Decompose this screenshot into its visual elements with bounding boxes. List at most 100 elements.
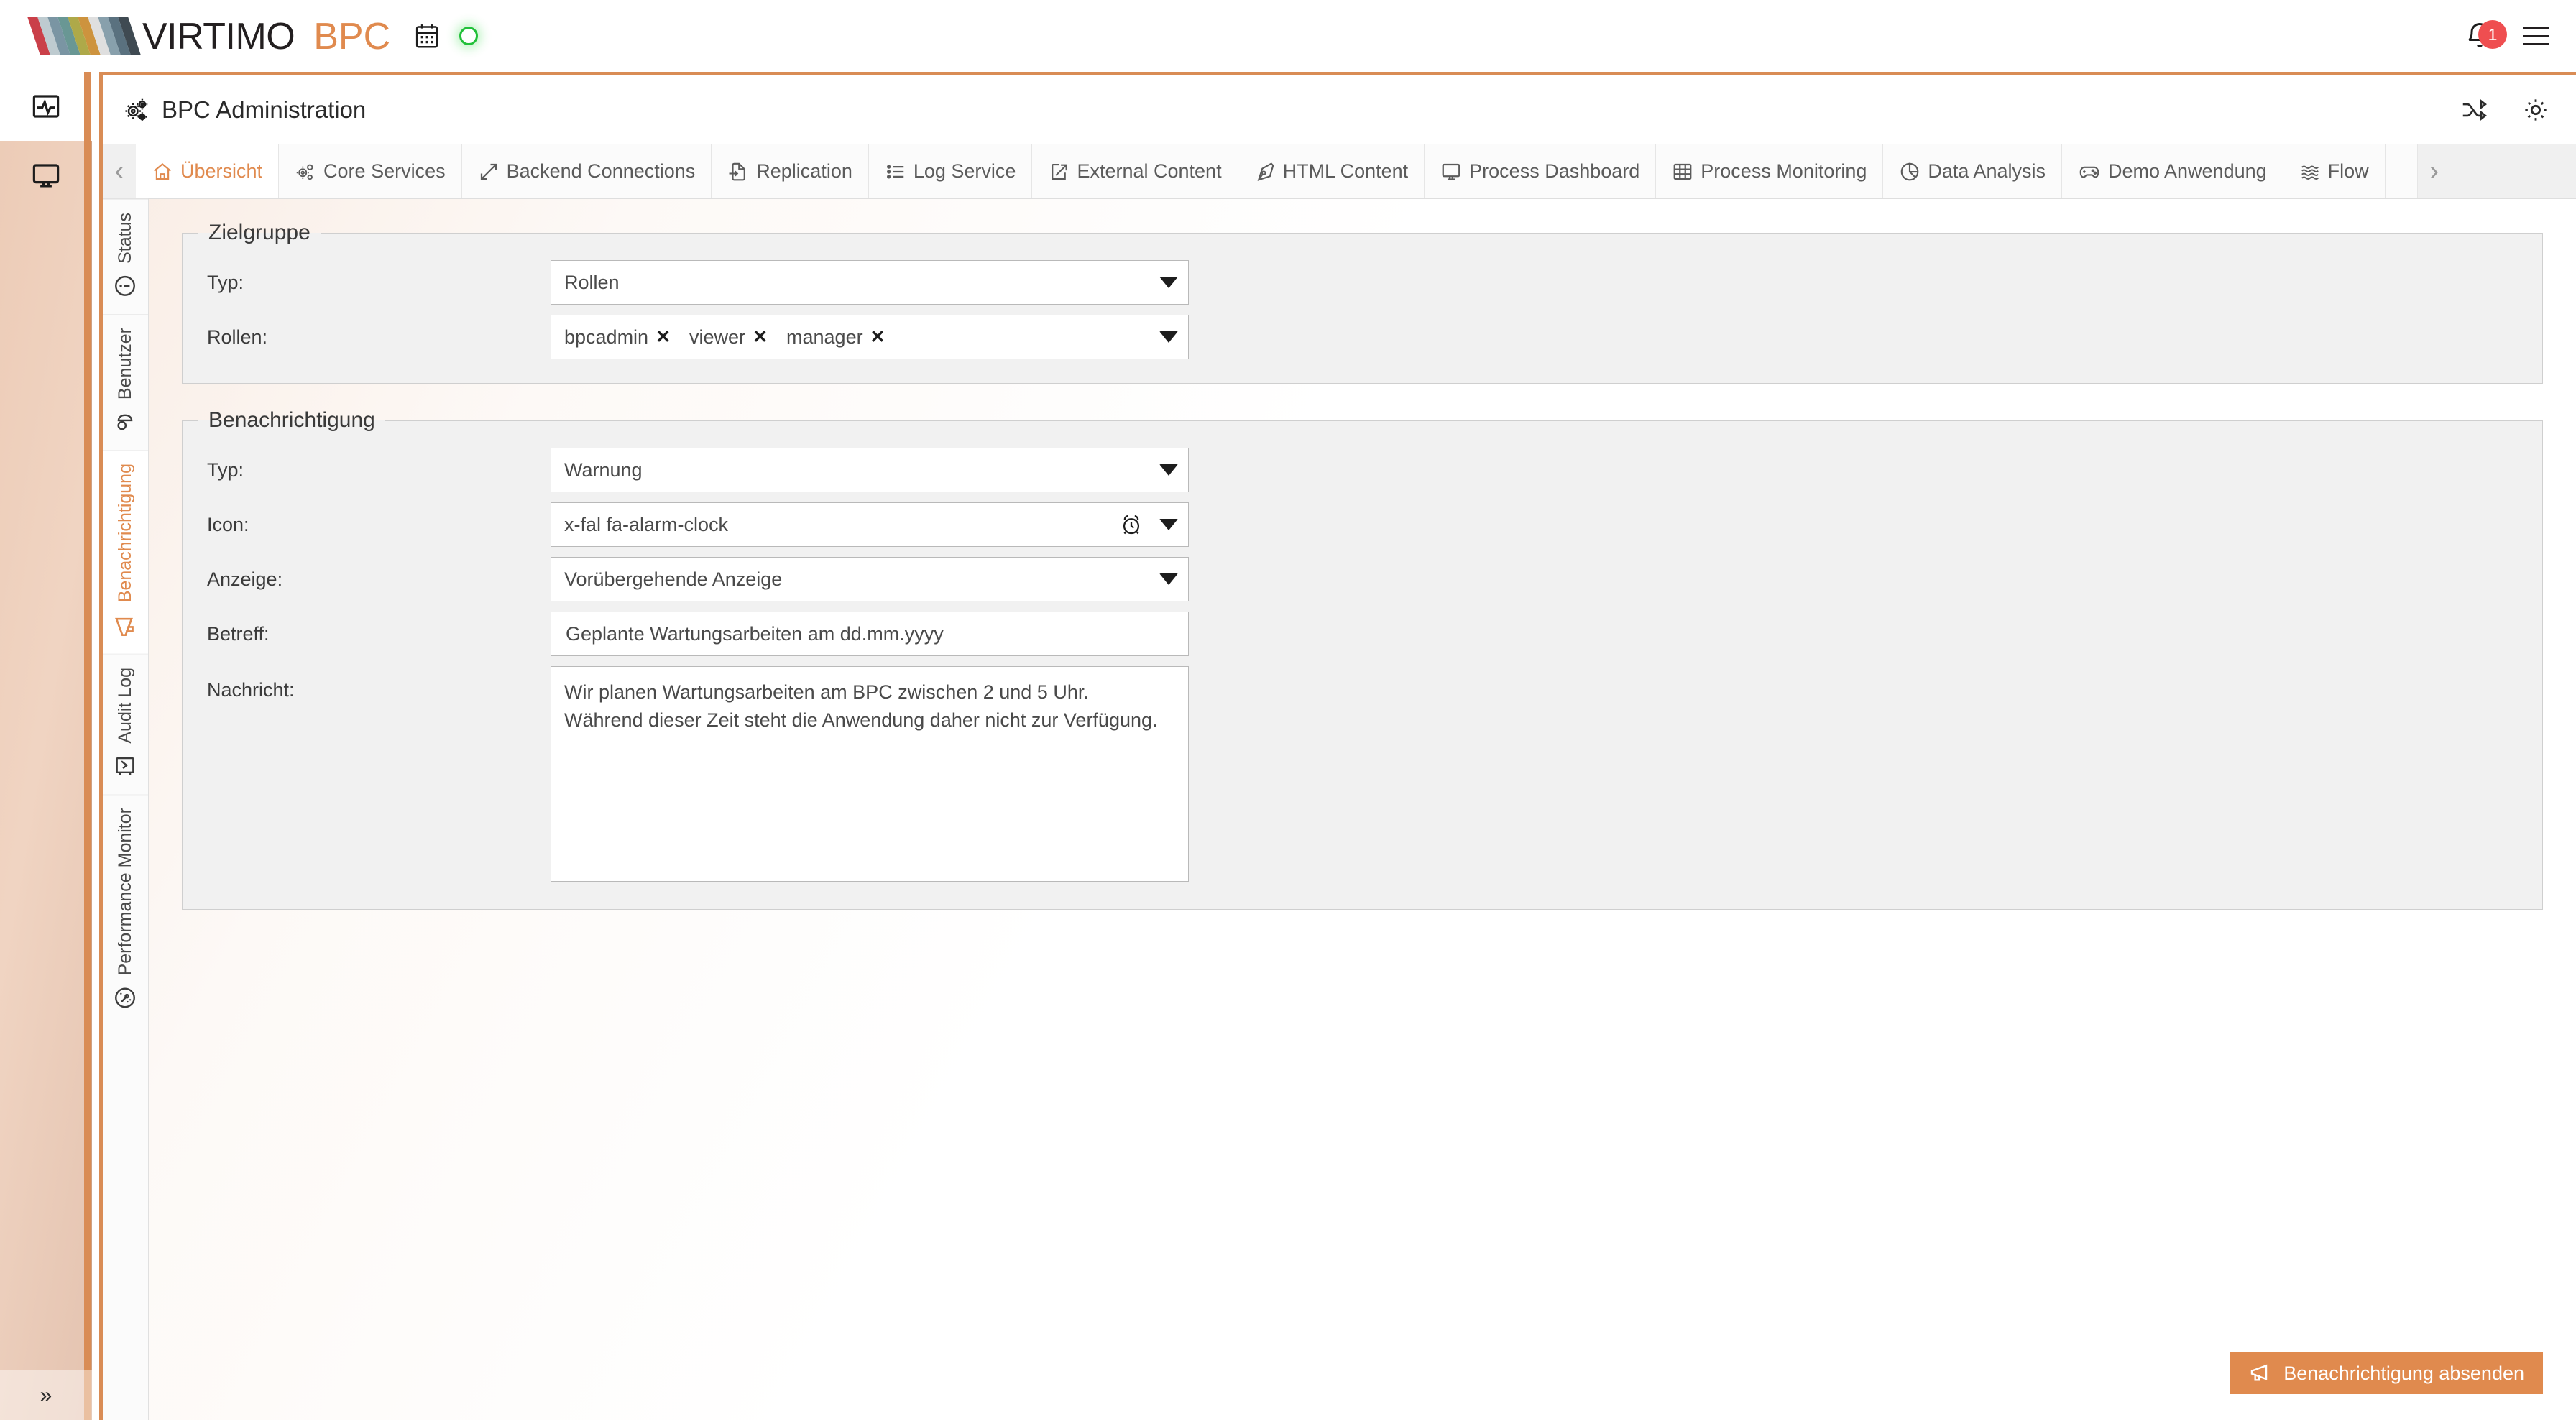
role-chip[interactable]: viewer ✕ (689, 326, 768, 349)
rail-item-pulse-monitor[interactable] (0, 72, 92, 141)
sidebar-item-audit-log[interactable]: Audit Log (103, 654, 148, 794)
zielgruppe-typ-select[interactable]: Rollen (551, 260, 1189, 305)
tab-label: Backend Connections (506, 160, 696, 182)
role-chip[interactable]: bpcadmin ✕ (564, 326, 671, 349)
diagonal-arrows-icon (480, 163, 497, 180)
tab-label: Übersicht (180, 160, 263, 182)
benachrichtigung-anzeige-select[interactable]: Vorübergehende Anzeige (551, 557, 1189, 601)
chevron-down-icon (1159, 464, 1178, 476)
zielgruppe-rollen-label: Rollen: (207, 326, 268, 348)
virtimo-logo[interactable]: VIRTIMO BPC (27, 17, 390, 55)
sidebar-item-label: Audit Log (115, 668, 135, 744)
benachrichtigung-betreff-label: Betreff: (207, 622, 270, 645)
info-circle-icon (114, 274, 138, 298)
tab-label: Demo Anwendung (2107, 160, 2267, 182)
topbar-actions: 1 (2464, 20, 2549, 52)
file-import-icon (729, 162, 746, 180)
sidebar-item-label: Performance Monitor (115, 807, 135, 976)
left-icon-rail: » (0, 72, 92, 1420)
remove-role-icon[interactable]: ✕ (656, 326, 671, 348)
nachricht-textarea[interactable]: Wir planen Wartungsarbeiten am BPC zwisc… (551, 666, 1189, 882)
notification-form-pane: Zielgruppe Typ: Rollen Rollen: bpcadmin … (149, 199, 2576, 1420)
shuffle-icon[interactable] (2460, 96, 2487, 124)
tab-data-analysis[interactable]: Data Analysis (1883, 144, 2062, 198)
remove-role-icon[interactable]: ✕ (870, 326, 886, 348)
brand-name: VIRTIMO (142, 16, 295, 57)
module-tabbar: ‹ Übersicht Core Services Backend Connec… (103, 144, 2576, 199)
role-chip[interactable]: manager ✕ (786, 326, 886, 349)
sidebar-item-status[interactable]: Status (103, 199, 148, 314)
benachrichtigung-typ-label: Typ: (207, 458, 244, 481)
gears-icon (125, 98, 148, 121)
benachrichtigung-anzeige-label: Anzeige: (207, 568, 283, 590)
tab-label: Log Service (913, 160, 1016, 182)
sidebar-item-benachrichtigung[interactable]: Benachrichtigung (103, 449, 148, 655)
zielgruppe-rollen-multiselect[interactable]: bpcadmin ✕ viewer ✕ manager ✕ (551, 315, 1189, 359)
application-window: BPC Administration ‹ Übersicht Core Serv… (99, 72, 2576, 1420)
tab-log-service[interactable]: Log Service (868, 144, 1033, 198)
tab-external-content[interactable]: External Content (1032, 144, 1238, 198)
tab-label: HTML Content (1282, 160, 1409, 182)
list-icon (886, 165, 904, 178)
benachrichtigung-typ-select[interactable]: Warnung (551, 448, 1189, 492)
sidebar-item-label: Status (115, 213, 135, 264)
tab-label: Flow (2327, 160, 2369, 182)
hamburger-menu-icon[interactable] (2523, 27, 2549, 45)
home-icon (154, 162, 171, 180)
megaphone-icon (113, 612, 139, 638)
display-screen-icon (32, 164, 60, 188)
tab-replication[interactable]: Replication (712, 144, 869, 198)
role-chip-list: bpcadmin ✕ viewer ✕ manager ✕ (564, 326, 1151, 349)
benachrichtigung-nachricht-row: Nachricht: Wir planen Wartungsarbeiten a… (183, 661, 2542, 890)
tab-label: Replication (756, 160, 852, 182)
alarm-clock-icon (1119, 512, 1144, 537)
benachrichtigung-betreff-field[interactable] (551, 612, 1189, 656)
chevron-down-icon (1159, 331, 1178, 343)
tab-flow[interactable]: Flow (2283, 144, 2386, 198)
content-body: Status Benutzer Benachrichtigung Audit L… (103, 199, 2576, 1420)
benachrichtigung-fieldset: Benachrichtigung Typ: Warnung Icon: x-fa… (182, 408, 2543, 910)
remove-role-icon[interactable]: ✕ (753, 326, 768, 348)
tab-process-monitoring[interactable]: Process Monitoring (1656, 144, 1884, 198)
betreff-input[interactable] (564, 622, 1178, 646)
sidebar-item-benutzer[interactable]: Benutzer (103, 313, 148, 450)
sidebar-item-label: Benachrichtigung (115, 463, 135, 603)
tab-core-services[interactable]: Core Services (279, 144, 462, 198)
zielgruppe-typ-label: Typ: (207, 271, 244, 293)
tabbar-prev-button[interactable]: ‹ (103, 144, 136, 198)
tab-uebersicht[interactable]: Übersicht (136, 144, 280, 198)
send-notification-button[interactable]: Benachrichtigung absenden (2230, 1352, 2543, 1394)
role-chip-label: viewer (689, 326, 746, 348)
tabbar-next-button[interactable]: › (2417, 144, 2451, 198)
status-online-indicator[interactable] (459, 27, 479, 45)
tab-backend-connections[interactable]: Backend Connections (461, 144, 712, 198)
rail-accent-stripe (84, 72, 91, 1420)
rail-item-display[interactable] (0, 141, 92, 210)
chevron-down-icon (1159, 277, 1178, 288)
monitor-icon (1442, 163, 1460, 180)
zielgruppe-typ-row: Typ: Rollen (183, 255, 2542, 310)
tab-label: External Content (1077, 160, 1222, 182)
speedometer-icon (114, 985, 138, 1010)
calendar-icon[interactable] (415, 23, 439, 49)
benachrichtigung-nachricht-label: Nachricht: (207, 679, 295, 701)
tab-overflow-partial[interactable] (2385, 144, 2418, 198)
notifications-button[interactable]: 1 (2464, 20, 2507, 52)
top-brand-bar: VIRTIMO BPC 1 (0, 0, 2576, 72)
tab-demo-anwendung[interactable]: Demo Anwendung (2061, 144, 2283, 198)
pulse-monitor-icon (32, 95, 60, 118)
rail-expand-button[interactable]: » (0, 1370, 92, 1420)
app-header: BPC Administration (103, 75, 2576, 144)
zielgruppe-legend: Zielgruppe (208, 221, 310, 244)
gamepad-icon (2079, 166, 2099, 178)
waves-icon (2301, 165, 2319, 180)
tab-process-dashboard[interactable]: Process Dashboard (1425, 144, 1657, 198)
sidebar-item-performance-monitor[interactable]: Performance Monitor (103, 793, 148, 1026)
grid-table-icon (1673, 163, 1692, 180)
gear-icon[interactable] (2521, 96, 2550, 124)
tab-html-content[interactable]: HTML Content (1238, 144, 1425, 198)
benachrichtigung-icon-select[interactable]: x-fal fa-alarm-clock (551, 502, 1189, 547)
notification-badge: 1 (2478, 20, 2507, 49)
benachrichtigung-icon-label: Icon: (207, 513, 249, 535)
audit-check-icon (114, 754, 138, 778)
